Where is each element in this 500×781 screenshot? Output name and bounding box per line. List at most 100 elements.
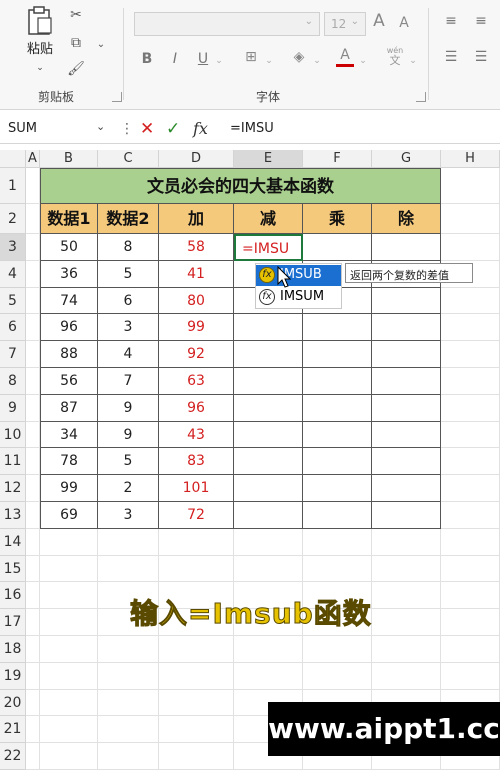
- table-cell[interactable]: 3: [98, 502, 159, 529]
- cell[interactable]: [26, 689, 40, 717]
- cell[interactable]: [441, 368, 500, 395]
- cell[interactable]: [26, 394, 40, 422]
- enter-icon[interactable]: ✓: [166, 119, 180, 139]
- cell[interactable]: [98, 743, 159, 770]
- table-cell[interactable]: [234, 368, 303, 395]
- table-cell[interactable]: 99: [159, 314, 234, 342]
- align-middle-icon[interactable]: ≡: [472, 12, 490, 30]
- table-cell[interactable]: [303, 234, 372, 261]
- shrink-font-button[interactable]: A: [396, 14, 412, 32]
- row-header-21[interactable]: 21: [0, 716, 26, 744]
- cell[interactable]: [26, 234, 40, 261]
- table-cell[interactable]: 87: [40, 394, 98, 422]
- table-cell[interactable]: 72: [159, 502, 234, 529]
- row-header-14[interactable]: 14: [0, 528, 26, 556]
- table-cell[interactable]: 8: [98, 234, 159, 261]
- cell[interactable]: [234, 555, 303, 583]
- table-cell[interactable]: 7: [98, 368, 159, 395]
- chevron-down-icon[interactable]: ⌄: [96, 120, 105, 133]
- column-header-g[interactable]: G: [372, 150, 441, 168]
- cell[interactable]: [26, 609, 40, 636]
- cell[interactable]: [40, 636, 98, 663]
- table-cell[interactable]: [303, 421, 372, 449]
- column-header-f[interactable]: F: [303, 150, 372, 168]
- cell[interactable]: [26, 636, 40, 663]
- copy-dropdown-icon[interactable]: ⌄: [94, 36, 108, 54]
- cell[interactable]: [441, 528, 500, 556]
- table-cell[interactable]: 9: [98, 394, 159, 422]
- table-cell[interactable]: [303, 394, 372, 422]
- cell[interactable]: [441, 421, 500, 449]
- table-cell[interactable]: 43: [159, 421, 234, 449]
- align-top-icon[interactable]: ≡: [442, 12, 460, 30]
- table-cell[interactable]: [372, 502, 441, 529]
- row-header-4[interactable]: 4: [0, 260, 26, 288]
- row-header-18[interactable]: 18: [0, 636, 26, 663]
- cell[interactable]: [441, 168, 500, 204]
- cell[interactable]: [98, 555, 159, 583]
- cell[interactable]: [159, 689, 234, 717]
- paste-button[interactable]: 粘贴 ⌄: [20, 6, 60, 76]
- table-cell[interactable]: 92: [159, 341, 234, 368]
- table-cell[interactable]: 5: [98, 448, 159, 476]
- cell[interactable]: [441, 314, 500, 342]
- font-name-select[interactable]: ⌄: [134, 12, 320, 36]
- table-cell[interactable]: 80: [159, 287, 234, 315]
- cell[interactable]: [303, 528, 372, 556]
- table-cell[interactable]: [234, 341, 303, 368]
- table-cell[interactable]: 41: [159, 260, 234, 288]
- more-options-icon[interactable]: ⋮: [120, 121, 134, 137]
- cell[interactable]: [441, 448, 500, 476]
- row-header-2[interactable]: 2: [0, 204, 26, 234]
- table-title[interactable]: 文员必会的四大基本函数: [40, 168, 441, 204]
- column-title-cell[interactable]: 减: [234, 204, 303, 234]
- table-cell[interactable]: [372, 475, 441, 502]
- cell[interactable]: [159, 555, 234, 583]
- column-header-e[interactable]: E: [234, 150, 303, 168]
- table-cell[interactable]: [303, 502, 372, 529]
- table-cell[interactable]: [234, 448, 303, 476]
- table-cell[interactable]: 58: [159, 234, 234, 261]
- column-title-cell[interactable]: 加: [159, 204, 234, 234]
- table-cell[interactable]: [234, 502, 303, 529]
- phonetic-dropdown-icon[interactable]: ⌄: [408, 52, 418, 70]
- table-cell[interactable]: 36: [40, 260, 98, 288]
- bold-button[interactable]: B: [140, 50, 154, 68]
- cell[interactable]: [40, 689, 98, 717]
- cell[interactable]: [26, 168, 40, 204]
- table-cell[interactable]: 69: [40, 502, 98, 529]
- table-cell[interactable]: 78: [40, 448, 98, 476]
- cell[interactable]: [372, 636, 441, 663]
- cell[interactable]: [372, 555, 441, 583]
- cell[interactable]: [26, 528, 40, 556]
- cell[interactable]: [372, 528, 441, 556]
- table-cell[interactable]: 4: [98, 341, 159, 368]
- font-color-dropdown-icon[interactable]: ⌄: [358, 52, 368, 70]
- cell[interactable]: [26, 716, 40, 744]
- cell[interactable]: [372, 609, 441, 636]
- table-cell[interactable]: [372, 287, 441, 315]
- cell[interactable]: [303, 636, 372, 663]
- cell[interactable]: [98, 662, 159, 690]
- autocomplete-item-imsub[interactable]: fx IMSUB: [256, 265, 341, 286]
- cell[interactable]: [26, 341, 40, 368]
- table-cell[interactable]: [234, 314, 303, 342]
- row-header-16[interactable]: 16: [0, 582, 26, 610]
- row-header-3[interactable]: 3: [0, 234, 26, 261]
- cell[interactable]: [98, 528, 159, 556]
- table-cell[interactable]: 34: [40, 421, 98, 449]
- column-title-cell[interactable]: 除: [372, 204, 441, 234]
- row-header-10[interactable]: 10: [0, 421, 26, 449]
- row-header-13[interactable]: 13: [0, 502, 26, 529]
- cell[interactable]: [159, 662, 234, 690]
- table-cell[interactable]: 101: [159, 475, 234, 502]
- grow-font-button[interactable]: A: [370, 12, 388, 30]
- column-header-a[interactable]: A: [26, 150, 40, 168]
- fill-color-dropdown-icon[interactable]: ⌄: [312, 52, 322, 70]
- cell[interactable]: [26, 555, 40, 583]
- cell[interactable]: [98, 716, 159, 744]
- cell[interactable]: [441, 636, 500, 663]
- table-cell[interactable]: [303, 368, 372, 395]
- cell[interactable]: [234, 528, 303, 556]
- font-launcher-icon[interactable]: [416, 92, 426, 102]
